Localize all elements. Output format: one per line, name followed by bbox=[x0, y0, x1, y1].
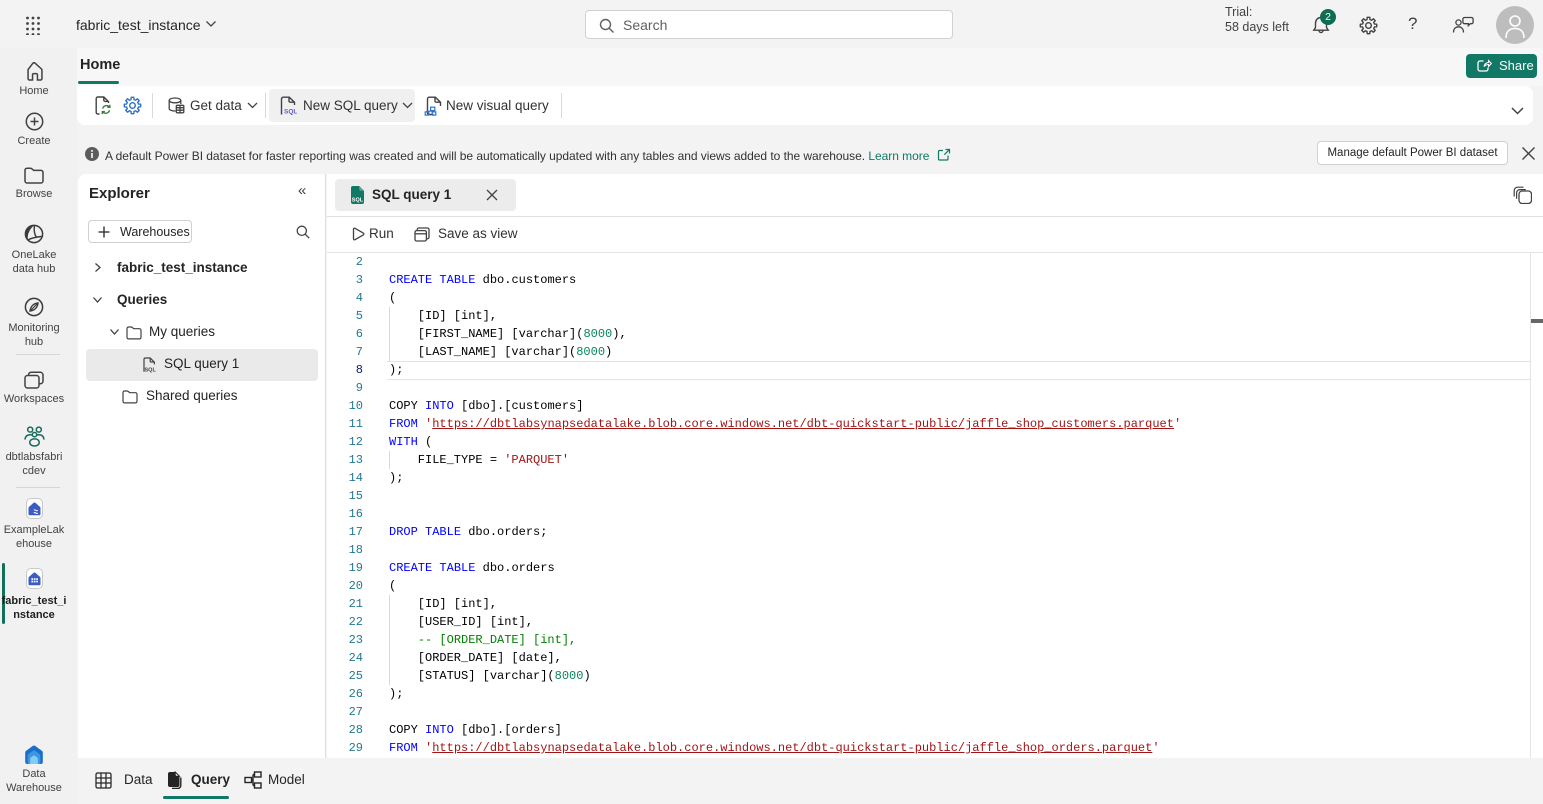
svg-text:SQL: SQL bbox=[352, 198, 364, 204]
svg-text:SQL: SQL bbox=[284, 109, 297, 116]
svg-text:SQL: SQL bbox=[145, 368, 157, 374]
